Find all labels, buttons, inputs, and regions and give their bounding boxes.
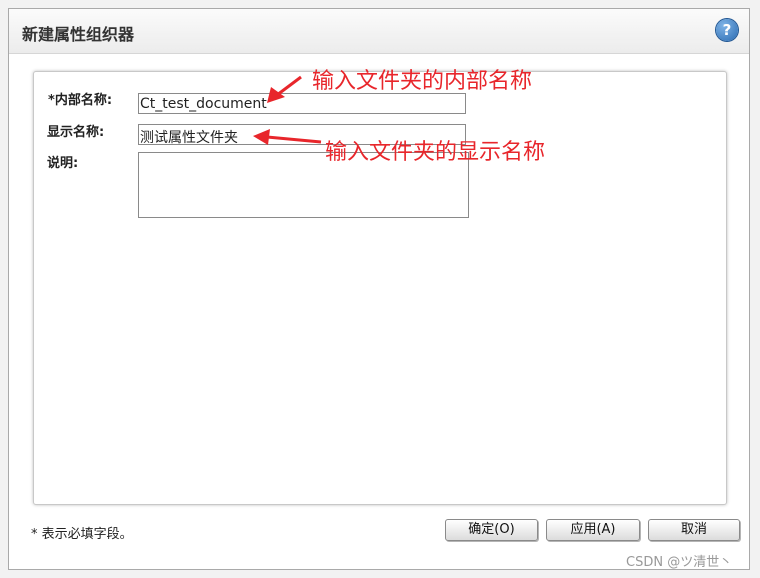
watermark: CSDN @ツ清世丶 xyxy=(626,555,733,570)
cancel-button[interactable]: 取消 xyxy=(648,519,740,541)
apply-button[interactable]: 应用(A) xyxy=(546,519,640,541)
display-name-arrow-head xyxy=(253,129,270,145)
display-name-arrow-line xyxy=(266,135,322,144)
ok-button[interactable]: 确定(O) xyxy=(445,519,538,541)
annotation-arrows xyxy=(253,75,322,145)
new-attribute-organizer-dialog: 新建属性组织器 ? *内部名称: 显示名称: 说明: Ct_test_docum… xyxy=(8,8,750,570)
required-fields-note: * 表示必填字段。 xyxy=(31,527,133,542)
internal-name-arrow-line xyxy=(276,75,302,97)
